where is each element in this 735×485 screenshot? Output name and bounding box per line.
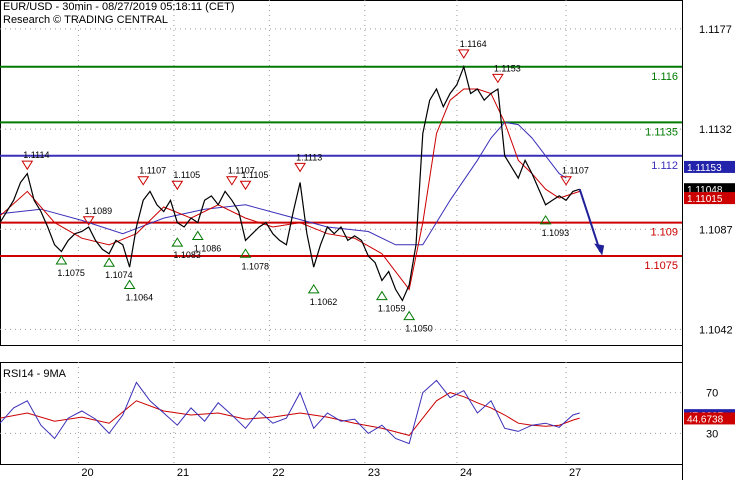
x-tick-label: 27 (569, 467, 581, 479)
projection-arrowhead (594, 243, 605, 256)
swing-high-label: 1.1107 (562, 166, 589, 176)
y-tick-label: 1.1087 (699, 224, 733, 236)
swing-low-marker (403, 310, 416, 321)
swing-high-label: 1.1107 (139, 166, 166, 176)
swing-low-marker (171, 237, 184, 247)
swing-low-marker (307, 283, 320, 294)
price-axis-badge-label: 1.11015 (687, 194, 723, 205)
swing-high-marker (491, 73, 504, 84)
swing-low-marker (103, 257, 116, 267)
swing-high-marker (239, 180, 252, 191)
swing-low-label: 1.1093 (542, 228, 570, 238)
rsi-panel-frame (0, 362, 683, 465)
rsi-line (0, 379, 580, 445)
chart-header-line2: Research © TRADING CENTRAL (3, 14, 168, 26)
y-tick-label: 1.1177 (699, 24, 732, 36)
swing-low-label: 1.1074 (105, 270, 133, 280)
level-label: 1.1135 (645, 126, 678, 138)
swing-high-marker (457, 49, 470, 59)
price-axis-badge-label: 1.11153 (687, 163, 722, 174)
rsi-axis-badge-label: 44.6738 (687, 414, 724, 425)
rsi-panel-label: RSI14 - 9MA (3, 368, 66, 380)
swing-high-label: 1.1114 (23, 150, 49, 160)
level-label: 1.109 (650, 227, 678, 239)
x-tick-label: 24 (460, 467, 472, 479)
x-tick-label: 23 (368, 467, 380, 479)
swing-low-marker (123, 279, 136, 289)
swing-low-marker (376, 290, 388, 301)
rsi-tick-label: 30 (706, 428, 718, 440)
level-label: 1.112 (651, 160, 678, 172)
swing-low-label: 1.1050 (405, 324, 433, 334)
swing-high-marker (21, 160, 34, 171)
swing-high-label: 1.1164 (460, 39, 487, 49)
swing-low-label: 1.1078 (242, 261, 270, 271)
level-label: 1.1075 (644, 260, 678, 272)
x-tick-label: 21 (177, 467, 189, 479)
ma-slow-line (0, 121, 567, 246)
swing-high-label: 1.1105 (242, 170, 269, 180)
level-label: 1.116 (651, 71, 678, 83)
price-line (0, 64, 580, 302)
swing-low-marker (55, 255, 68, 265)
swing-low-label: 1.1059 (378, 304, 406, 314)
y-tick-label: 1.1132 (699, 124, 732, 136)
rsi-tick-label: 70 (706, 388, 718, 400)
ma-fast-line (0, 88, 580, 291)
swing-high-marker (225, 176, 238, 186)
chart-header-line1: EUR/USD - 30min - 08/27/2019 05:18:11 (C… (3, 1, 235, 13)
swing-low-label: 1.1062 (310, 297, 338, 307)
swing-low-marker (191, 230, 204, 240)
swing-low-label: 1.1075 (57, 268, 85, 278)
x-tick-label: 22 (272, 467, 284, 479)
projection-arrow (578, 188, 602, 252)
price-chart: 1.1177 1.1132 1.1087 1.1042 20 21 22 23 24 27 1.11… (0, 0, 735, 480)
swing-high-label: 1.1089 (85, 206, 113, 216)
x-tick-label: 20 (81, 467, 93, 479)
swing-high-marker (137, 176, 150, 186)
y-tick-label: 1.1042 (699, 324, 733, 336)
swing-high-label: 1.1113 (296, 152, 322, 162)
chart-root: 1.1177 1.1132 1.1087 1.1042 20 21 22 23 24 27 1.11… (0, 0, 735, 480)
swing-high-label: 1.1153 (494, 63, 521, 73)
swing-high-label: 1.1105 (173, 170, 200, 180)
swing-low-label: 1.1064 (126, 292, 154, 302)
swing-high-marker (294, 162, 306, 173)
swing-low-label: 1.1086 (194, 243, 222, 253)
